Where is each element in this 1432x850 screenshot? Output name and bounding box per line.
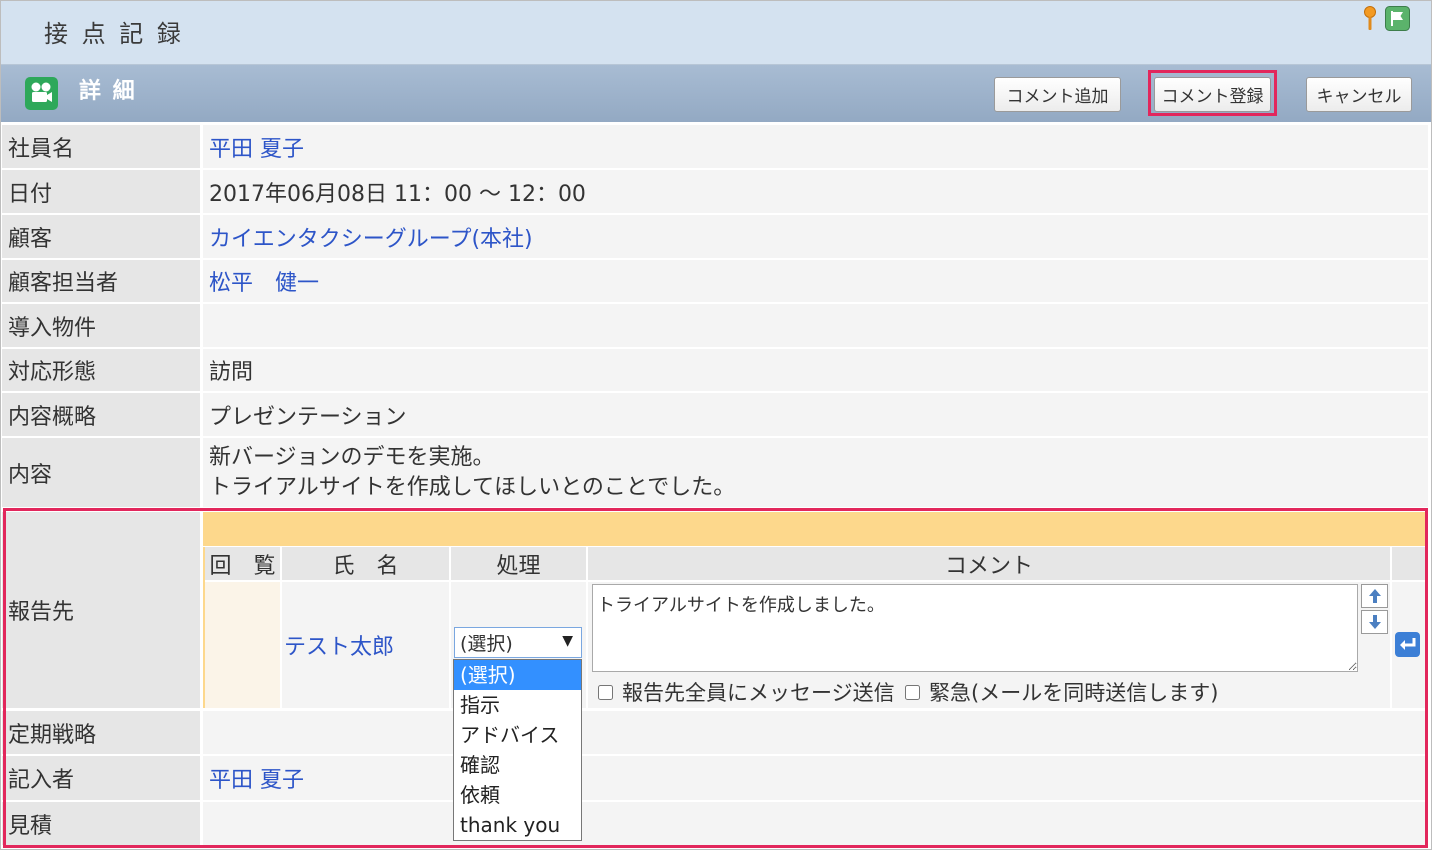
field-row-content: 内容 新バージョンのデモを実施。 トライアルサイトを作成してほしいとのことでした… — [2, 438, 1428, 507]
arrow-down-icon[interactable] — [1361, 610, 1388, 634]
field-value: 訪問 — [203, 349, 1428, 391]
recipient-name-link[interactable]: テスト太郎 — [284, 629, 394, 661]
field-label: 報告先 — [2, 512, 200, 708]
urgent-checkbox[interactable] — [905, 684, 920, 700]
field-label: 内容概略 — [2, 393, 200, 436]
flag-icon[interactable] — [1385, 6, 1410, 31]
field-row-customer-contact: 顧客担当者 松平 健一 — [2, 260, 1428, 302]
column-header-comment: コメント — [588, 547, 1390, 580]
field-row-date: 日付 2017年06月08日 11：00 ～ 12：00 — [2, 170, 1428, 213]
content-line: トライアルサイトを作成してほしいとのことでした。 — [209, 474, 736, 500]
urgent-label: 緊急(メールを同時送信します) — [929, 681, 1219, 705]
arrow-up-icon[interactable] — [1361, 584, 1388, 608]
report-panel: 回 覧 氏 名 処理 コメント テスト太郎 (選択) ▼ トライアルサイトを作成… — [203, 512, 1428, 708]
field-row-employee: 社員名 平田 夏子 — [2, 125, 1428, 168]
field-value: カイエンタクシーグループ(本社) — [203, 215, 1428, 258]
field-row-summary: 内容概略 プレゼンテーション — [2, 393, 1428, 436]
register-comment-button[interactable]: コメント登録 — [1154, 77, 1271, 112]
name-cell: テスト太郎 — [282, 582, 449, 708]
page-header: 接 点 記 録 — [1, 1, 1431, 65]
field-label: 顧客 — [2, 215, 200, 258]
dropdown-option[interactable]: (選択) — [454, 660, 581, 690]
customer-link[interactable]: カイエンタクシーグループ(本社) — [209, 221, 533, 253]
field-row-strategy: 定期戦略 — [2, 711, 1428, 754]
field-row-contact-type: 対応形態 訪問 — [2, 349, 1428, 391]
dropdown-option[interactable]: 指示 — [454, 690, 581, 720]
field-label: 対応形態 — [2, 349, 200, 391]
report-header-bar — [203, 512, 1428, 546]
field-row-customer: 顧客 カイエンタクシーグループ(本社) — [2, 215, 1428, 258]
comment-textarea[interactable]: トライアルサイトを作成しました。 — [592, 584, 1358, 672]
column-header-action: 処理 — [451, 547, 586, 580]
field-row-estimate: 見積 — [2, 802, 1428, 845]
send-all-checkbox[interactable] — [598, 684, 613, 700]
content-line: 新バージョンのデモを実施。 — [209, 444, 495, 470]
pin-icon[interactable] — [1362, 5, 1378, 32]
customer-contact-link[interactable]: 松平 健一 — [209, 265, 319, 297]
field-label: 社員名 — [2, 125, 200, 168]
field-value: 松平 健一 — [203, 260, 1428, 302]
extra-cell — [1392, 582, 1428, 708]
summary-text: プレゼンテーション — [209, 404, 407, 430]
field-label: 内容 — [2, 438, 200, 507]
date-text: 2017年06月08日 11：00 ～ 12：00 — [209, 181, 586, 207]
field-value — [203, 711, 1428, 754]
field-label: 見積 — [2, 802, 200, 845]
send-all-option[interactable]: 報告先全員にメッセージ送信 — [598, 679, 895, 705]
field-label: 記入者 — [2, 756, 200, 800]
urgent-option[interactable]: 緊急(メールを同時送信します) — [905, 679, 1218, 705]
field-value — [203, 304, 1428, 347]
dropdown-option[interactable]: 確認 — [454, 750, 581, 780]
field-label: 日付 — [2, 170, 200, 213]
column-header-view: 回 覧 — [205, 547, 280, 580]
field-value: プレゼンテーション — [203, 393, 1428, 436]
cancel-button[interactable]: キャンセル — [1306, 77, 1412, 112]
action-select[interactable]: (選択) ▼ — [454, 627, 582, 658]
field-value — [203, 802, 1428, 845]
field-row-writer: 記入者 平田 夏子 — [2, 756, 1428, 800]
field-row-report: 報告先 回 覧 氏 名 処理 コメント テスト太郎 (選択) ▼ トライアルサイ… — [2, 512, 1428, 708]
field-label: 定期戦略 — [2, 711, 200, 754]
return-icon[interactable] — [1395, 632, 1420, 657]
field-value: 平田 夏子 — [203, 125, 1428, 168]
field-row-property: 導入物件 — [2, 304, 1428, 347]
dropdown-option[interactable]: thank you — [454, 810, 581, 840]
dropdown-option[interactable]: 依頼 — [454, 780, 581, 810]
dropdown-option[interactable]: アドバイス — [454, 720, 581, 750]
chevron-down-icon: ▼ — [562, 633, 573, 649]
writer-name-link[interactable]: 平田 夏子 — [209, 762, 304, 794]
employee-name-link[interactable]: 平田 夏子 — [209, 131, 304, 163]
contact-type-text: 訪問 — [209, 360, 254, 385]
field-label: 導入物件 — [2, 304, 200, 347]
section-title: 詳 細 — [79, 79, 137, 104]
view-cell — [205, 582, 280, 708]
column-header-name: 氏 名 — [282, 547, 449, 580]
detail-toolbar: 詳 細 コメント追加 コメント登録 キャンセル — [1, 65, 1431, 122]
report-table: 回 覧 氏 名 処理 コメント テスト太郎 (選択) ▼ トライアルサイトを作成… — [203, 547, 1428, 708]
action-select-value: (選択) — [460, 633, 513, 655]
field-value: 新バージョンのデモを実施。 トライアルサイトを作成してほしいとのことでした。 — [203, 438, 1428, 507]
field-value: 平田 夏子 — [203, 756, 1428, 800]
page-title: 接 点 記 録 — [44, 20, 184, 48]
field-label: 顧客担当者 — [2, 260, 200, 302]
notification-options: 報告先全員にメッセージ送信 緊急(メールを同時送信します) — [598, 679, 1378, 705]
action-dropdown-list: (選択) 指示 アドバイス 確認 依頼 thank you — [453, 659, 582, 841]
column-header-extra — [1392, 547, 1428, 580]
add-comment-button[interactable]: コメント追加 — [994, 77, 1121, 112]
camera-icon — [25, 77, 58, 110]
field-value: 2017年06月08日 11：00 ～ 12：00 — [203, 170, 1428, 213]
comment-cell: トライアルサイトを作成しました。 報告先全員にメッセージ送信 緊急(メールを同時… — [588, 582, 1390, 708]
send-all-label: 報告先全員にメッセージ送信 — [622, 681, 895, 705]
